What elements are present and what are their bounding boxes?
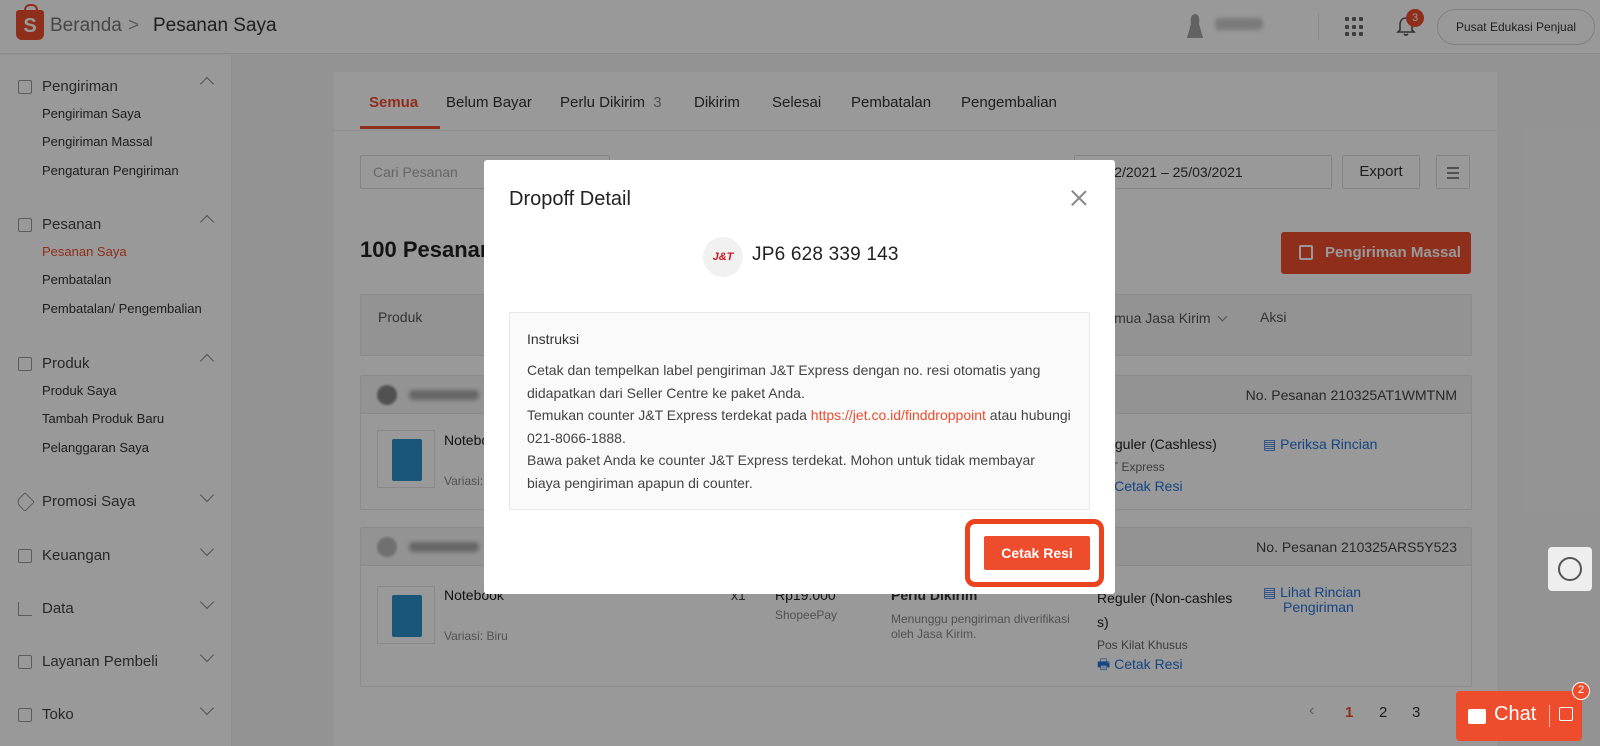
instructions-title: Instruksi (527, 331, 580, 347)
chat-label: Chat (1494, 703, 1537, 725)
chat-expand-icon[interactable] (1559, 707, 1573, 721)
instruction-step-1: Cetak dan tempelkan label pengiriman J&T… (527, 362, 1041, 401)
instruction-step-3: Bawa paket Anda ke counter J&T Express t… (527, 452, 1035, 491)
instructions-body: Cetak dan tempelkan label pengiriman J&T… (527, 359, 1072, 494)
instructions-box: Instruksi Cetak dan tempelkan label peng… (509, 312, 1090, 510)
tracking-number: JP6 628 339 143 (752, 244, 899, 265)
instruction-step-2: Temukan counter J&T Express terdekat pad… (527, 404, 1072, 449)
close-icon[interactable] (1069, 188, 1089, 208)
chat-divider (1549, 705, 1550, 727)
dropoff-detail-modal: Dropoff Detail J&T JP6 628 339 143 Instr… (484, 160, 1115, 594)
chat-button[interactable]: Chat (1456, 691, 1582, 741)
print-label-button[interactable]: Cetak Resi (984, 536, 1090, 570)
chat-badge: 2 (1572, 682, 1590, 700)
support-headset-icon[interactable] (1548, 547, 1592, 591)
chat-bubble-icon (1468, 709, 1486, 724)
jt-express-logo: J&T (703, 237, 743, 277)
modal-title: Dropoff Detail (509, 188, 631, 210)
instruction-text: Temukan counter J&T Express terdekat pad… (527, 407, 811, 423)
droppoint-link[interactable]: https://jet.co.id/finddroppoint (811, 407, 986, 423)
